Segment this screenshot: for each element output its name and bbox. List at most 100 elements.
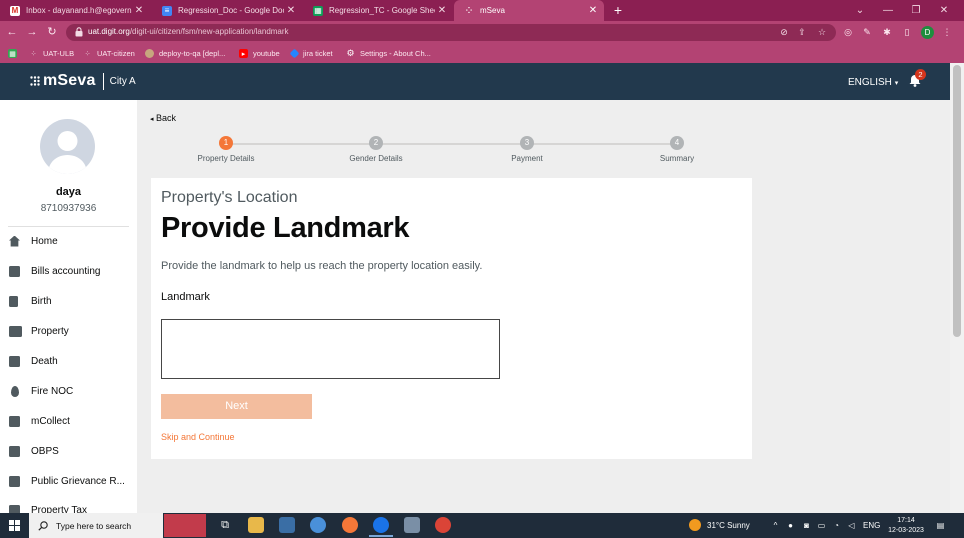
mseva-logo[interactable]: mSeva City A <box>30 72 136 90</box>
app-header: mSeva City A ENGLISH ▾ <box>0 63 950 100</box>
property-icon <box>9 325 22 337</box>
tray-chevron-up-icon[interactable]: ^ <box>771 521 780 530</box>
bookmark-apps[interactable]: ▦ <box>8 47 22 60</box>
window-close-icon[interactable]: ✕ <box>930 0 958 21</box>
taskbar-search[interactable]: Type here to search <box>29 513 163 538</box>
extension-circle-icon[interactable]: ◎ <box>842 26 854 38</box>
sidebar-item-label: Bills accounting <box>31 265 101 277</box>
url-text: uat.digit.org/digit-ui/citizen/fsm/new-a… <box>88 27 289 36</box>
sidebar-item-label: OBPS <box>31 445 59 457</box>
bookmark-settings[interactable]: ⚙ Settings - About Ch... <box>346 47 431 60</box>
sidebar-item-mcollect[interactable]: mCollect <box>0 409 137 433</box>
landmark-input[interactable] <box>161 319 500 379</box>
jira-icon <box>289 48 300 59</box>
address-bar[interactable]: uat.digit.org/digit-ui/citizen/fsm/new-a… <box>66 24 836 41</box>
close-icon[interactable]: ✕ <box>284 5 298 16</box>
sidebar-item-death[interactable]: Death <box>0 349 137 373</box>
sidebar-item-home[interactable]: Home <box>0 229 137 253</box>
close-icon[interactable]: ✕ <box>132 5 146 16</box>
birth-icon <box>9 295 18 307</box>
landmark-label: Landmark <box>161 291 210 303</box>
app-icon[interactable] <box>279 517 295 533</box>
notification-center-icon[interactable]: ▤ <box>936 521 945 530</box>
back-arrow-icon[interactable]: ← <box>5 25 19 39</box>
caret-left-icon: ◂ <box>150 116 154 123</box>
new-tab-button[interactable]: + <box>611 2 625 18</box>
browser-tab-sheets[interactable]: ▦ Regression_TC - Google Sheets ✕ <box>303 0 453 21</box>
notes-icon[interactable] <box>404 517 420 533</box>
minimize-icon[interactable]: — <box>874 0 902 21</box>
side-panel-icon[interactable]: ▯ <box>901 26 913 38</box>
sidebar-item-public-grievance[interactable]: Public Grievance R... <box>0 469 137 493</box>
step-2-indicator: 2 <box>369 136 383 150</box>
share-icon[interactable]: ⇪ <box>796 26 808 38</box>
step-1-label: Property Details <box>197 154 255 163</box>
maximize-icon[interactable]: ❐ <box>902 0 930 21</box>
step-3-label: Payment <box>511 154 543 163</box>
gmail-icon: M <box>10 5 20 16</box>
avatar <box>40 119 95 174</box>
forward-arrow-icon[interactable]: → <box>25 25 39 39</box>
step-2-label: Gender Details <box>349 154 403 163</box>
user-phone: 8710937936 <box>40 203 97 214</box>
volume-icon[interactable]: ◁ <box>847 521 856 530</box>
chrome-icon[interactable] <box>369 517 393 537</box>
bookmark-youtube[interactable]: ▸ youtube <box>239 47 280 60</box>
url-host: uat.digit.org <box>88 27 130 36</box>
battery-icon[interactable]: ▭ <box>817 521 826 530</box>
bookmark-icon: ⁘ <box>30 50 37 58</box>
extension-feather-icon[interactable]: ✎ <box>861 26 873 38</box>
bookmark-star-icon[interactable]: ☆ <box>816 26 828 38</box>
sidebar-item-bills-accounting[interactable]: Bills accounting <box>0 259 137 283</box>
postman-icon[interactable] <box>342 517 358 533</box>
app-circle-icon[interactable] <box>310 517 326 533</box>
taskbar-thumbnail-icon[interactable] <box>164 514 206 537</box>
clock-time: 17:14 <box>897 517 915 524</box>
close-icon[interactable]: ✕ <box>586 5 600 16</box>
input-language[interactable]: ENG <box>863 521 880 530</box>
chevron-down-icon[interactable]: ⌄ <box>846 0 874 21</box>
back-link[interactable]: ◂ Back <box>150 113 176 123</box>
windows-start-icon[interactable] <box>9 520 20 531</box>
bookmark-deploy[interactable]: deploy-to-qa [depl... <box>145 47 225 60</box>
bookmark-jira[interactable]: jira ticket <box>289 47 333 60</box>
skip-and-continue-link[interactable]: Skip and Continue <box>161 432 235 442</box>
sidebar-item-property-tax[interactable]: Property Tax <box>0 498 137 513</box>
property-tax-icon <box>9 504 20 513</box>
file-explorer-icon[interactable] <box>248 517 264 533</box>
bookmark-label: youtube <box>253 49 280 58</box>
reload-icon[interactable]: ↻ <box>45 25 59 39</box>
extensions-puzzle-icon[interactable]: ✱ <box>881 26 893 38</box>
next-button[interactable]: Next <box>161 394 312 419</box>
mseva-logo-icon <box>30 76 40 86</box>
language-selector[interactable]: ENGLISH ▾ <box>848 77 898 88</box>
google-docs-icon: ≡ <box>162 5 172 16</box>
close-icon[interactable]: ✕ <box>435 5 449 16</box>
sidebar-item-fire-noc[interactable]: Fire NOC <box>0 379 137 403</box>
taskbar-clock[interactable]: 17:14 12-03-2023 <box>886 516 926 536</box>
browser-tab-mseva[interactable]: ⁘ mSeva ✕ <box>454 0 604 21</box>
user-name: daya <box>55 186 82 198</box>
blocked-popup-icon[interactable]: ⊘ <box>778 26 790 38</box>
profile-avatar[interactable]: D <box>921 26 934 39</box>
bookmark-label: Settings - About Ch... <box>360 49 431 58</box>
tray-app-icon[interactable]: ◙ <box>802 521 811 530</box>
browser-tab-docs[interactable]: ≡ Regression_Doc - Google Docs ✕ <box>152 0 302 21</box>
tray-app-icon[interactable]: ● <box>786 521 795 530</box>
sidebar-item-birth[interactable]: Birth <box>0 289 137 313</box>
page-scrollbar[interactable] <box>950 63 964 513</box>
sidebar-item-obps[interactable]: OBPS <box>0 439 137 463</box>
google-sheets-icon: ▦ <box>313 5 323 16</box>
chrome-profile-icon[interactable] <box>435 517 451 533</box>
step-4-indicator: 4 <box>670 136 684 150</box>
task-view-icon[interactable]: ⧉ <box>217 517 233 533</box>
wifi-icon[interactable]: ◔ <box>832 521 841 530</box>
sidebar-item-property[interactable]: Property <box>0 319 137 343</box>
browser-tab-gmail[interactable]: M Inbox - dayanand.h@egovernme ✕ <box>0 0 150 21</box>
browser-tab-bar: M Inbox - dayanand.h@egovernme ✕ ≡ Regre… <box>0 0 964 21</box>
browser-menu-icon[interactable]: ⋮ <box>941 26 953 38</box>
scrollbar-thumb[interactable] <box>953 65 961 337</box>
bookmark-uat-ulb[interactable]: ⁘ UAT-ULB <box>29 47 75 60</box>
bookmark-uat-citizen[interactable]: ⁘ UAT-citizen <box>83 47 135 60</box>
weather-text[interactable]: 31°C Sunny <box>707 521 750 530</box>
